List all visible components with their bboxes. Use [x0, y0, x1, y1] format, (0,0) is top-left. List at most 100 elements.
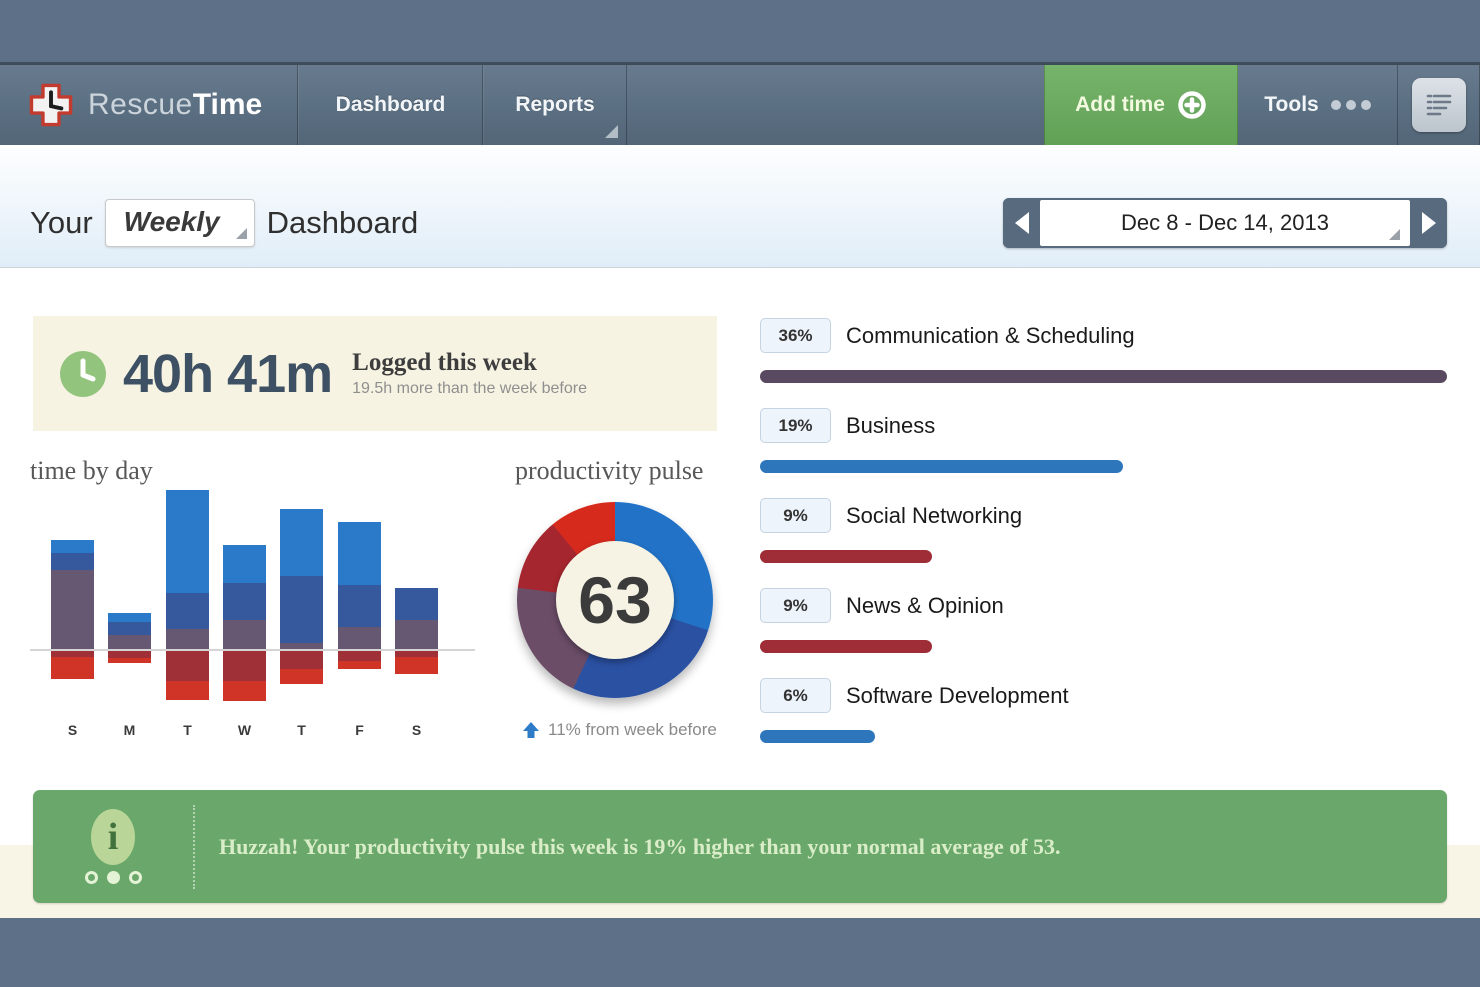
bar-segment	[51, 553, 94, 570]
main-content: 40h 41m Logged this week 19.5h more than…	[0, 268, 1480, 845]
bar-segment	[338, 661, 381, 669]
category-percent-badge: 6%	[760, 678, 831, 713]
page-title: Your Weekly Dashboard	[30, 196, 418, 250]
brand-text-time: Time	[193, 88, 262, 122]
day-bar[interactable]	[280, 485, 323, 715]
bar-segment	[395, 588, 438, 620]
pulse-donut-center: 63	[556, 541, 674, 659]
tools-button[interactable]: Tools	[1238, 65, 1398, 145]
banner-icon-wrap: i	[33, 809, 193, 884]
category-row: 19% Business	[760, 408, 1447, 498]
category-bar	[760, 640, 932, 653]
bar-segment	[338, 627, 381, 649]
time-by-day-chart: SMTWTFS	[33, 485, 478, 750]
list-icon	[1412, 78, 1466, 132]
day-label: T	[280, 722, 323, 738]
nav-tab-dashboard-label: Dashboard	[336, 93, 446, 117]
bar-segment	[166, 629, 209, 649]
category-row: 9% Social Networking	[760, 498, 1447, 588]
day-bar[interactable]	[108, 485, 151, 715]
category-percent-badge: 9%	[760, 498, 831, 533]
notes-panel-button[interactable]	[1398, 65, 1480, 145]
time-by-day-title: time by day	[30, 456, 153, 486]
week-comparison-text: 19.5h more than the week before	[352, 380, 587, 398]
rescuetime-dashboard: RescueTime Dashboard Reports Add time To…	[0, 0, 1480, 987]
day-label: S	[395, 722, 438, 738]
arrow-left-icon	[1015, 212, 1029, 234]
category-label-link[interactable]: Business	[846, 413, 935, 439]
day-label: F	[338, 722, 381, 738]
nav-tab-reports-label: Reports	[515, 93, 594, 117]
arrow-right-icon	[1422, 212, 1436, 234]
bar-segment	[166, 681, 209, 700]
total-time-value: 40h 41m	[123, 343, 332, 405]
bar-segment	[280, 651, 323, 669]
add-time-button[interactable]: Add time	[1044, 65, 1238, 145]
day-bar[interactable]	[223, 485, 266, 715]
date-range-select[interactable]: Dec 8 - Dec 14, 2013	[1040, 200, 1410, 246]
banner-message: Huzzah! Your productivity pulse this wee…	[195, 834, 1091, 860]
footer-strip	[0, 918, 1480, 987]
bar-segment	[395, 620, 438, 649]
bar-segment	[280, 576, 323, 643]
brand-text-rescue: Rescue	[88, 88, 193, 122]
carousel-dots[interactable]	[85, 871, 142, 884]
ellipsis-icon	[1331, 100, 1371, 110]
carousel-dot[interactable]	[85, 871, 98, 884]
day-label: M	[108, 722, 151, 738]
date-range-value: Dec 8 - Dec 14, 2013	[1121, 210, 1329, 236]
day-bar[interactable]	[166, 485, 209, 715]
category-head: 6% Software Development	[760, 678, 1447, 713]
date-navigator: Dec 8 - Dec 14, 2013	[1003, 198, 1447, 248]
bar-segment	[223, 651, 266, 681]
category-row: 9% News & Opinion	[760, 588, 1447, 678]
category-head: 19% Business	[760, 408, 1447, 443]
carousel-dot-active[interactable]	[107, 871, 120, 884]
bar-segment	[280, 643, 323, 649]
next-week-button[interactable]	[1410, 198, 1447, 248]
bar-segment	[51, 570, 94, 649]
category-head: 9% News & Opinion	[760, 588, 1447, 623]
category-row: 6% Software Development	[760, 678, 1447, 768]
brand-home-link[interactable]: RescueTime	[0, 65, 298, 145]
carousel-dot[interactable]	[129, 871, 142, 884]
bar-segment	[108, 622, 151, 635]
bar-segment	[395, 657, 438, 674]
nav-tab-reports[interactable]: Reports	[483, 65, 627, 145]
period-select[interactable]: Weekly	[105, 199, 255, 247]
category-percent-badge: 9%	[760, 588, 831, 623]
day-bar[interactable]	[51, 485, 94, 715]
pulse-score: 63	[578, 562, 651, 638]
bar-segment	[223, 620, 266, 649]
day-bar[interactable]	[395, 485, 438, 715]
period-select-value: Weekly	[124, 206, 220, 237]
logged-this-week-label: Logged this week	[352, 349, 587, 377]
category-bar	[760, 550, 932, 563]
bar-segment	[108, 658, 151, 663]
bar-segment	[280, 669, 323, 684]
category-label-link[interactable]: Software Development	[846, 683, 1069, 709]
bar-segment	[166, 490, 209, 593]
pulse-footnote: 11% from week before	[522, 720, 717, 740]
bar-segment	[166, 593, 209, 629]
category-bar	[760, 370, 1447, 383]
title-prefix: Your	[30, 205, 93, 241]
category-label-link[interactable]: Social Networking	[846, 503, 1022, 529]
logged-time-panel: 40h 41m Logged this week 19.5h more than…	[33, 316, 717, 431]
category-label-link[interactable]: Communication & Scheduling	[846, 323, 1135, 349]
nav-tab-dashboard[interactable]: Dashboard	[298, 65, 483, 145]
tools-label: Tools	[1264, 93, 1318, 117]
category-breakdown-list: 36%Communication & Scheduling 19% Business…	[760, 318, 1447, 768]
navbar: RescueTime Dashboard Reports Add time To…	[0, 62, 1480, 145]
category-label-link[interactable]: News & Opinion	[846, 593, 1004, 619]
day-bar[interactable]	[338, 485, 381, 715]
title-suffix: Dashboard	[267, 205, 419, 241]
bar-segment	[223, 583, 266, 620]
category-percent-badge: 19%	[760, 408, 831, 443]
category-head: 36%Communication & Scheduling	[760, 318, 1447, 353]
day-label: W	[223, 722, 266, 738]
prev-week-button[interactable]	[1003, 198, 1040, 248]
add-time-label: Add time	[1075, 93, 1165, 117]
bar-segment	[51, 657, 94, 679]
bar-segment	[223, 545, 266, 583]
